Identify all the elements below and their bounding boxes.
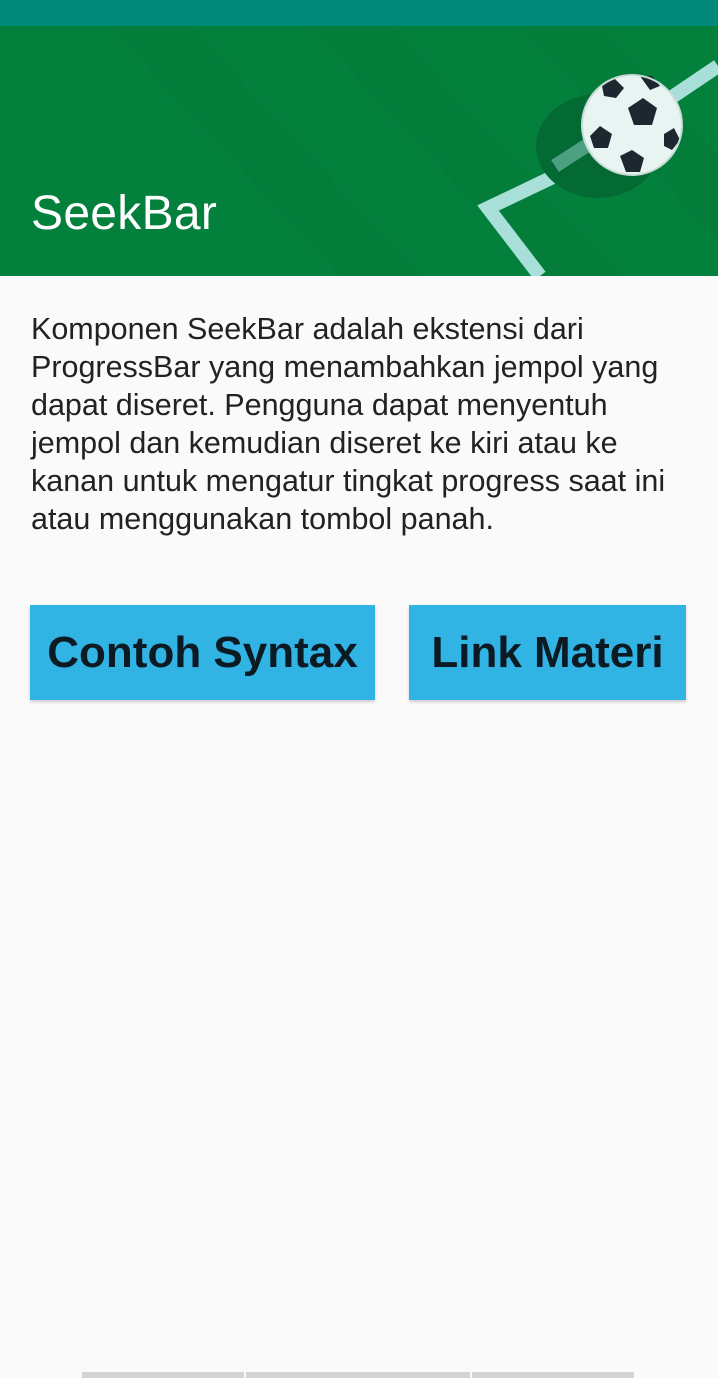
contoh-syntax-button[interactable]: Contoh Syntax bbox=[30, 605, 375, 700]
app-header: SeekBar bbox=[0, 26, 718, 276]
page-title: SeekBar bbox=[31, 187, 218, 240]
link-materi-button[interactable]: Link Materi bbox=[409, 605, 686, 700]
soccer-ball-icon bbox=[581, 74, 683, 176]
description-text: Komponen SeekBar adalah ekstensi dari Pr… bbox=[31, 312, 666, 536]
nav-hint-center bbox=[246, 1372, 470, 1378]
status-bar bbox=[0, 0, 718, 26]
nav-hint-left bbox=[82, 1372, 244, 1378]
nav-hint-right bbox=[472, 1372, 634, 1378]
